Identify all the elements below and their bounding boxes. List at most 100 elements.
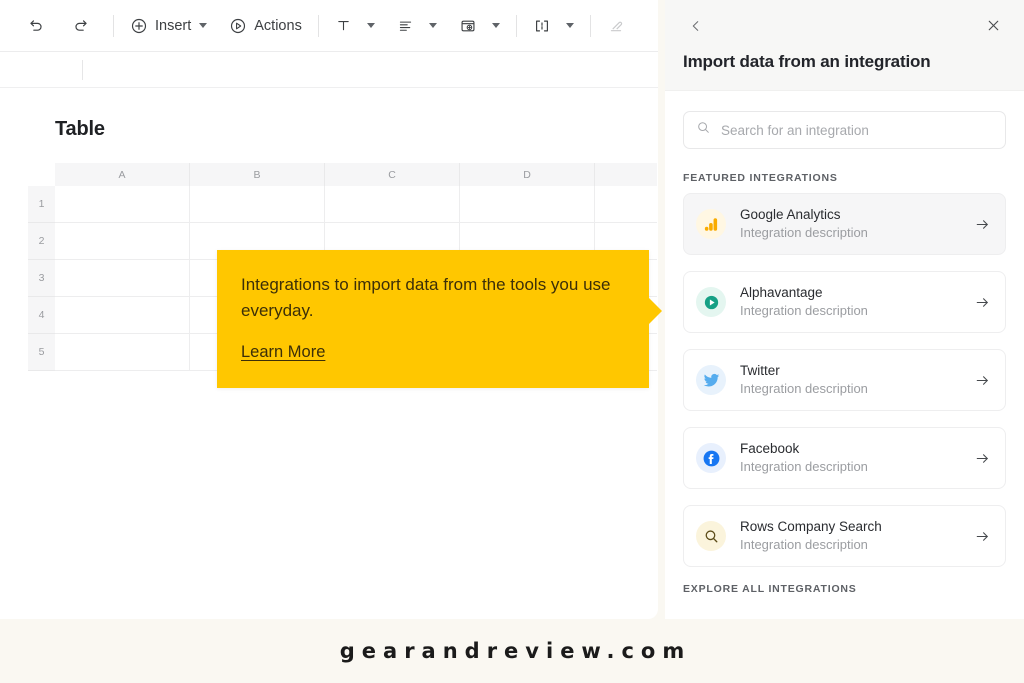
- insert-button[interactable]: Insert: [123, 10, 214, 42]
- integration-description: Integration description: [740, 303, 868, 318]
- row-header-5[interactable]: 5: [28, 334, 55, 371]
- eraser-icon: [607, 17, 625, 35]
- layout-button[interactable]: [526, 10, 581, 42]
- cell-b1[interactable]: [190, 186, 325, 223]
- cell-a3[interactable]: [55, 260, 190, 297]
- row-header-1[interactable]: 1: [28, 186, 55, 223]
- integration-description: Integration description: [740, 459, 868, 474]
- chevron-down-icon: [199, 23, 208, 28]
- formula-bar-divider: [82, 60, 83, 80]
- chevron-down-icon: [366, 23, 375, 28]
- panel-header-controls: [683, 16, 1006, 40]
- toolbar-separator-3: [515, 14, 517, 37]
- image-frame-icon: [459, 17, 477, 35]
- chevron-down-icon: [428, 23, 437, 28]
- redo-arrow-icon: [73, 17, 90, 34]
- column-header-c[interactable]: C: [325, 163, 460, 186]
- formula-bar[interactable]: [0, 52, 658, 88]
- align-left-icon: [397, 17, 414, 34]
- close-x-icon: [985, 17, 1002, 39]
- row-header-4[interactable]: 4: [28, 297, 55, 334]
- column-header-d[interactable]: D: [460, 163, 595, 186]
- plus-circle-icon: [130, 17, 148, 35]
- integration-text-group: Alphavantage Integration description: [740, 284, 968, 320]
- close-button[interactable]: [980, 15, 1006, 41]
- integration-description: Integration description: [740, 225, 868, 240]
- redo-button[interactable]: [66, 10, 104, 42]
- integration-name: Twitter: [740, 363, 780, 378]
- grid-corner-cell: [28, 163, 55, 186]
- arrow-right-icon[interactable]: [974, 528, 991, 545]
- alphavantage-play-icon: [696, 287, 726, 317]
- integration-item-rows-company-search[interactable]: Rows Company Search Integration descript…: [683, 505, 1006, 567]
- actions-label: Actions: [254, 17, 302, 34]
- table-row: 1: [28, 186, 658, 223]
- watermark-text: gearandreview.com: [339, 639, 692, 663]
- arrow-right-icon[interactable]: [974, 216, 991, 233]
- row-header-2[interactable]: 2: [28, 223, 55, 260]
- arrow-right-icon[interactable]: [974, 294, 991, 311]
- app-root: Insert Actions Table A B C D 1 2 3 4 5 I…: [0, 0, 1024, 683]
- toolbar-separator-2: [317, 14, 319, 37]
- image-frame-button[interactable]: [452, 10, 507, 42]
- integration-item-google-analytics[interactable]: Google Analytics Integration description: [683, 193, 1006, 255]
- integration-item-twitter[interactable]: Twitter Integration description: [683, 349, 1006, 411]
- explore-all-integrations-label: EXPLORE ALL INTEGRATIONS: [683, 583, 857, 595]
- page-title: Table: [55, 118, 105, 140]
- panel-header: Import data from an integration: [665, 0, 1024, 91]
- integration-name: Google Analytics: [740, 207, 841, 222]
- column-header-row: A B C D: [28, 163, 658, 186]
- text-format-icon: [335, 17, 352, 34]
- search-input[interactable]: [721, 122, 993, 138]
- toolbar: Insert Actions: [0, 0, 658, 52]
- integration-item-alphavantage[interactable]: Alphavantage Integration description: [683, 271, 1006, 333]
- play-circle-icon: [229, 17, 247, 35]
- column-header-a[interactable]: A: [55, 163, 190, 186]
- cell-e1[interactable]: [595, 186, 657, 223]
- search-icon: [696, 120, 711, 140]
- integration-text-group: Twitter Integration description: [740, 362, 968, 398]
- actions-button[interactable]: Actions: [222, 10, 309, 42]
- chevron-down-icon: [565, 23, 574, 28]
- cell-a2[interactable]: [55, 223, 190, 260]
- row-header-3[interactable]: 3: [28, 260, 55, 297]
- cell-a1[interactable]: [55, 186, 190, 223]
- text-format-button[interactable]: [328, 10, 382, 42]
- toolbar-separator-1: [113, 14, 114, 37]
- panel-body: FEATURED INTEGRATIONS Google Analytics I…: [665, 91, 1024, 595]
- arrow-right-icon[interactable]: [974, 372, 991, 389]
- integration-name: Alphavantage: [740, 285, 823, 300]
- arrow-right-icon[interactable]: [974, 450, 991, 467]
- align-button[interactable]: [390, 10, 444, 42]
- cell-d1[interactable]: [460, 186, 595, 223]
- search-integration-box[interactable]: [683, 111, 1006, 149]
- undo-button[interactable]: [20, 10, 58, 42]
- integration-text-group: Google Analytics Integration description: [740, 206, 968, 242]
- integration-item-facebook[interactable]: Facebook Integration description: [683, 427, 1006, 489]
- cell-a5[interactable]: [55, 334, 190, 371]
- integration-name: Rows Company Search: [740, 519, 882, 534]
- insert-label: Insert: [155, 17, 192, 34]
- layout-columns-icon: [533, 17, 551, 35]
- eraser-button[interactable]: [600, 10, 639, 42]
- undo-arrow-icon: [27, 17, 44, 34]
- column-header-b[interactable]: B: [190, 163, 325, 186]
- featured-integrations-label: FEATURED INTEGRATIONS: [683, 172, 838, 184]
- watermark-bar: gearandreview.com: [0, 619, 1024, 683]
- magnifier-icon: [696, 521, 726, 551]
- back-button[interactable]: [683, 15, 709, 41]
- cell-c1[interactable]: [325, 186, 460, 223]
- panel-title: Import data from an integration: [683, 52, 931, 71]
- cell-a4[interactable]: [55, 297, 190, 334]
- column-header-e[interactable]: [595, 163, 657, 186]
- learn-more-link[interactable]: Learn More: [241, 343, 325, 362]
- integration-description: Integration description: [740, 381, 868, 396]
- callout-message: Integrations to import data from the too…: [241, 275, 611, 320]
- integration-text-group: Facebook Integration description: [740, 440, 968, 476]
- chevron-left-icon: [688, 18, 704, 39]
- chevron-down-icon: [491, 23, 500, 28]
- facebook-f-icon: [696, 443, 726, 473]
- integration-description: Integration description: [740, 537, 868, 552]
- integration-text-group: Rows Company Search Integration descript…: [740, 518, 968, 554]
- integration-name: Facebook: [740, 441, 800, 456]
